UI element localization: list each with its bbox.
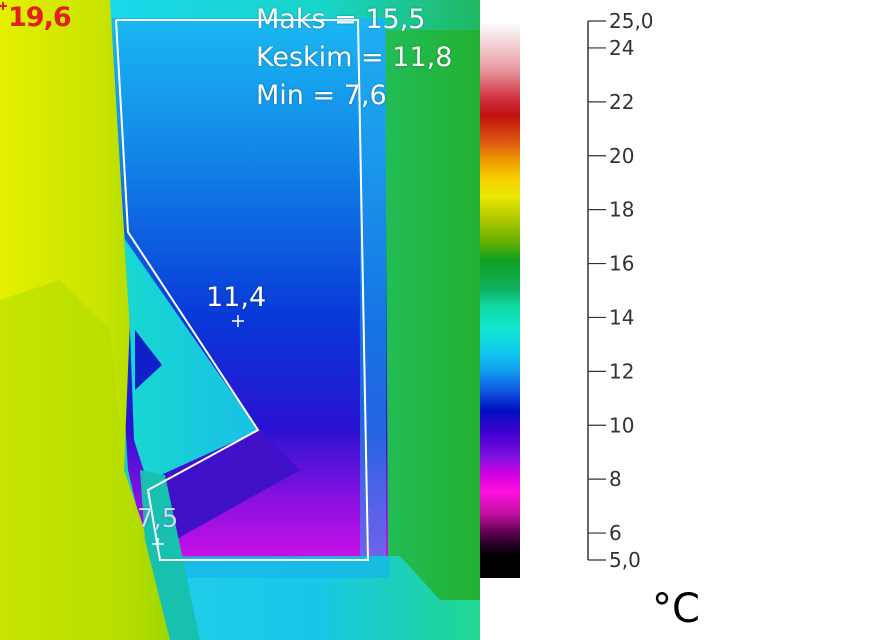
scale-tick-label: 8 bbox=[609, 467, 622, 491]
scale-tick-label: 16 bbox=[609, 252, 634, 276]
thermal-image bbox=[0, 0, 480, 640]
scale-tick-label: 18 bbox=[609, 198, 634, 222]
unit-label: °C bbox=[652, 586, 700, 632]
cold-spot-label: 7,5 bbox=[137, 504, 179, 534]
temperature-scale: 25,0 24 22 20 18 16 14 12 10 8 6 5,0 bbox=[587, 9, 654, 572]
average-temperature-readout: Keskim = 11,8 bbox=[256, 42, 453, 73]
scale-bottom-label: 5,0 bbox=[609, 548, 641, 572]
min-temperature-readout: Min = 7,6 bbox=[256, 80, 387, 111]
scale-top-label: 25,0 bbox=[609, 9, 654, 33]
center-spot-label: 11,4 bbox=[206, 282, 267, 313]
max-temperature-readout: Maks = 15,5 bbox=[256, 4, 426, 35]
scale-tick-label: 22 bbox=[609, 90, 634, 114]
scale-tick-label: 14 bbox=[609, 305, 634, 329]
scale-tick-label: 6 bbox=[609, 521, 622, 545]
scale-tick-label: 20 bbox=[609, 144, 634, 168]
scale-tick-label: 24 bbox=[609, 36, 634, 60]
scale-tick-label: 12 bbox=[609, 359, 634, 383]
color-scale-bar bbox=[480, 0, 520, 578]
scale-tick-label: 10 bbox=[609, 413, 634, 437]
hot-spot-label: 19,6 bbox=[8, 2, 72, 33]
